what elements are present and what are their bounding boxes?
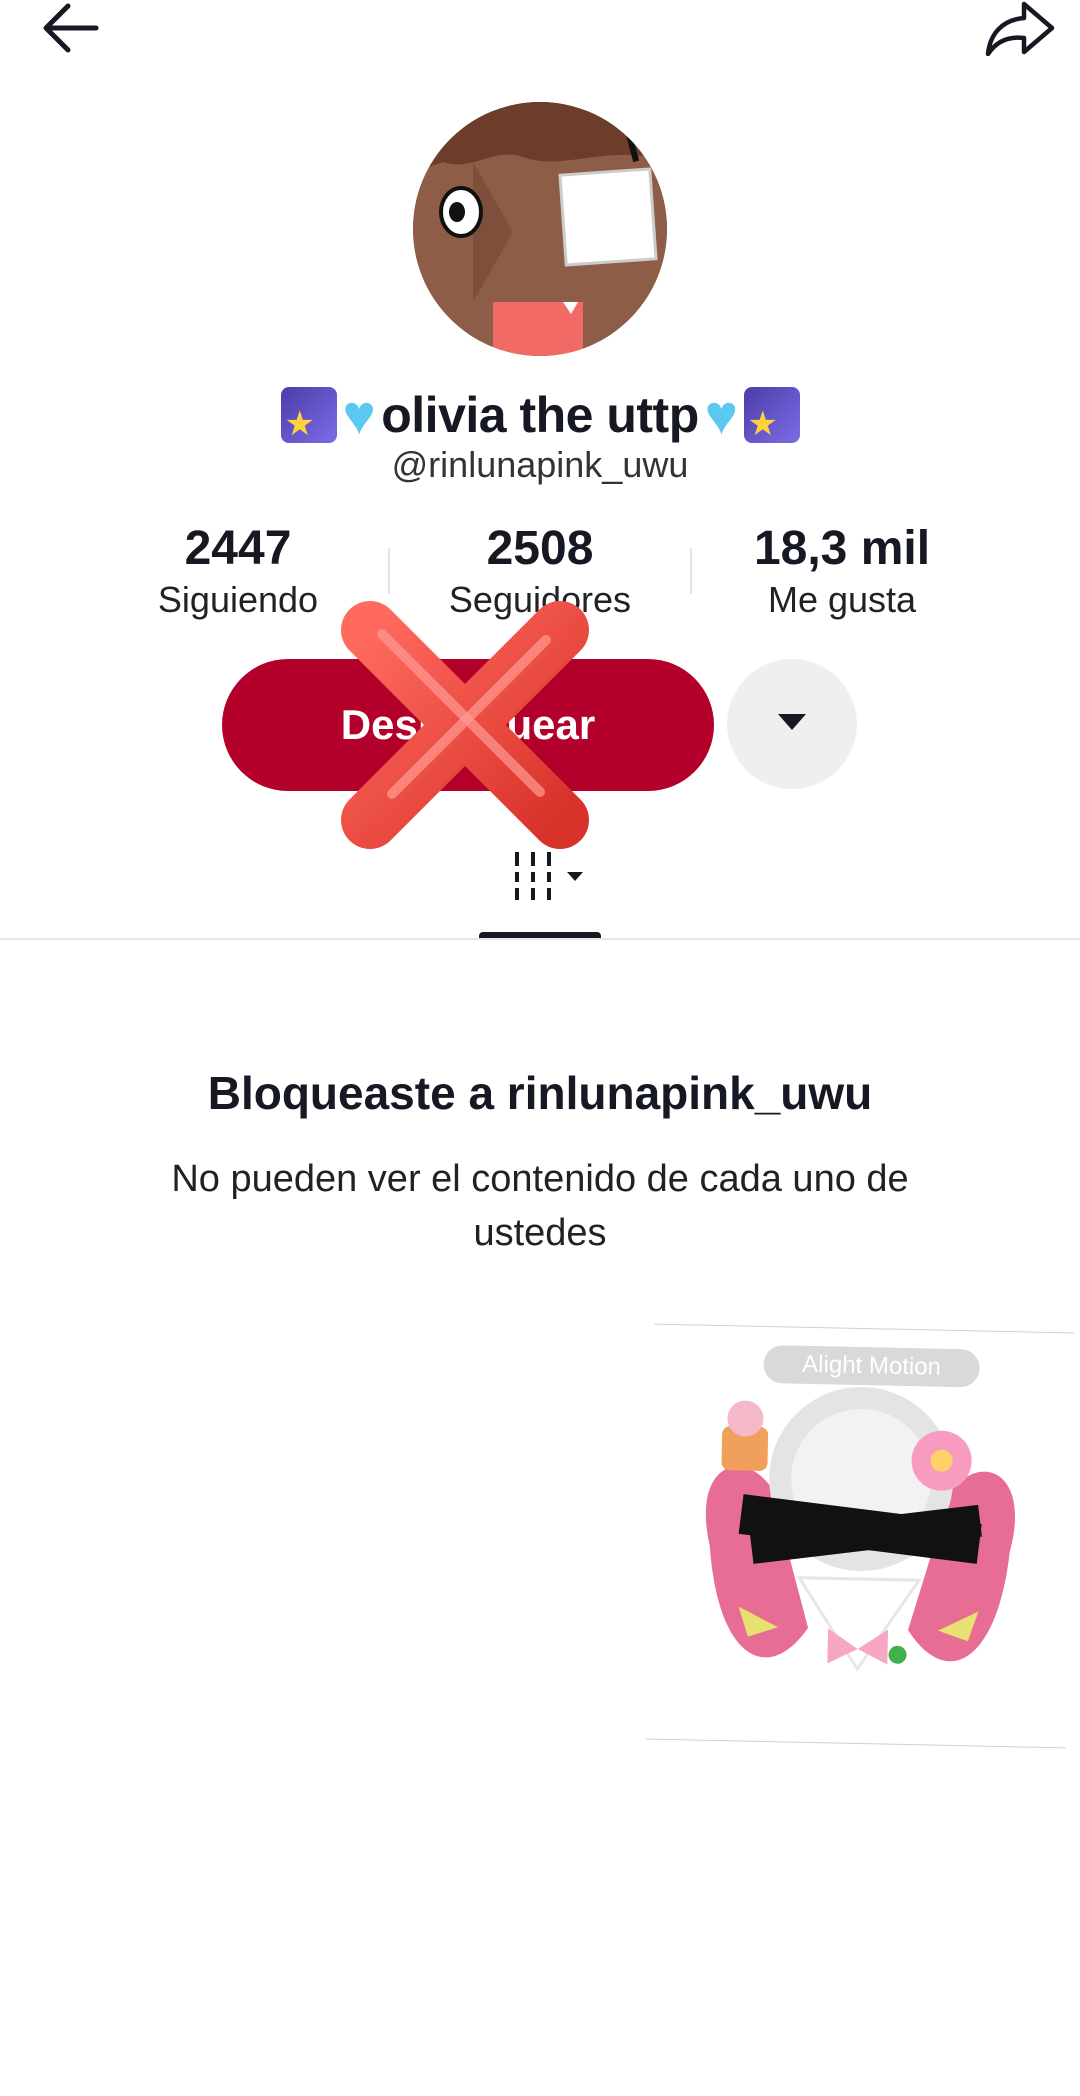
stat-likes[interactable]: 18,3 mil Me gusta bbox=[712, 520, 972, 622]
more-options-button[interactable] bbox=[727, 659, 857, 789]
display-name-text: olivia the uttp bbox=[381, 387, 699, 443]
light-blue-heart-icon: ♥ bbox=[342, 383, 376, 446]
share-arrow-icon[interactable] bbox=[980, 0, 1060, 56]
stat-following-label: Siguiendo bbox=[157, 579, 319, 620]
caret-down-icon bbox=[777, 712, 807, 737]
sticker-image: Alight Motion bbox=[645, 1323, 1075, 1749]
stat-followers[interactable]: 2508 Seguidores bbox=[410, 520, 670, 622]
comet-emoji-icon bbox=[280, 387, 337, 443]
tab-videos-grid[interactable] bbox=[500, 848, 600, 908]
avatar[interactable] bbox=[413, 102, 667, 356]
stat-divider bbox=[690, 548, 692, 594]
stat-likes-value: 18,3 mil bbox=[753, 522, 931, 575]
display-name: ♥ olivia the uttp ♥ bbox=[0, 380, 1080, 450]
tab-divider bbox=[0, 938, 1080, 940]
back-arrow-icon[interactable] bbox=[30, 0, 110, 56]
username: @rinlunapink_uwu bbox=[391, 444, 689, 485]
stat-likes-label: Me gusta bbox=[767, 579, 917, 620]
stat-followers-label: Seguidores bbox=[448, 579, 632, 620]
sticker-watermark: Alight Motion bbox=[763, 1344, 980, 1388]
stat-followers-value: 2508 bbox=[486, 522, 594, 575]
grid-icon bbox=[505, 848, 595, 909]
stat-following-value: 2447 bbox=[184, 522, 292, 575]
stat-divider bbox=[388, 548, 390, 594]
comet-emoji-icon bbox=[743, 387, 800, 443]
stat-following[interactable]: 2447 Siguiendo bbox=[108, 520, 368, 622]
blocked-description: No pueden ver el contenido de cada uno d… bbox=[171, 1158, 909, 1254]
blocked-title: Bloqueaste a rinlunapink_uwu bbox=[207, 1067, 873, 1119]
light-blue-heart-icon: ♥ bbox=[704, 383, 738, 446]
unblock-button[interactable]: Desbloquear bbox=[222, 659, 714, 791]
